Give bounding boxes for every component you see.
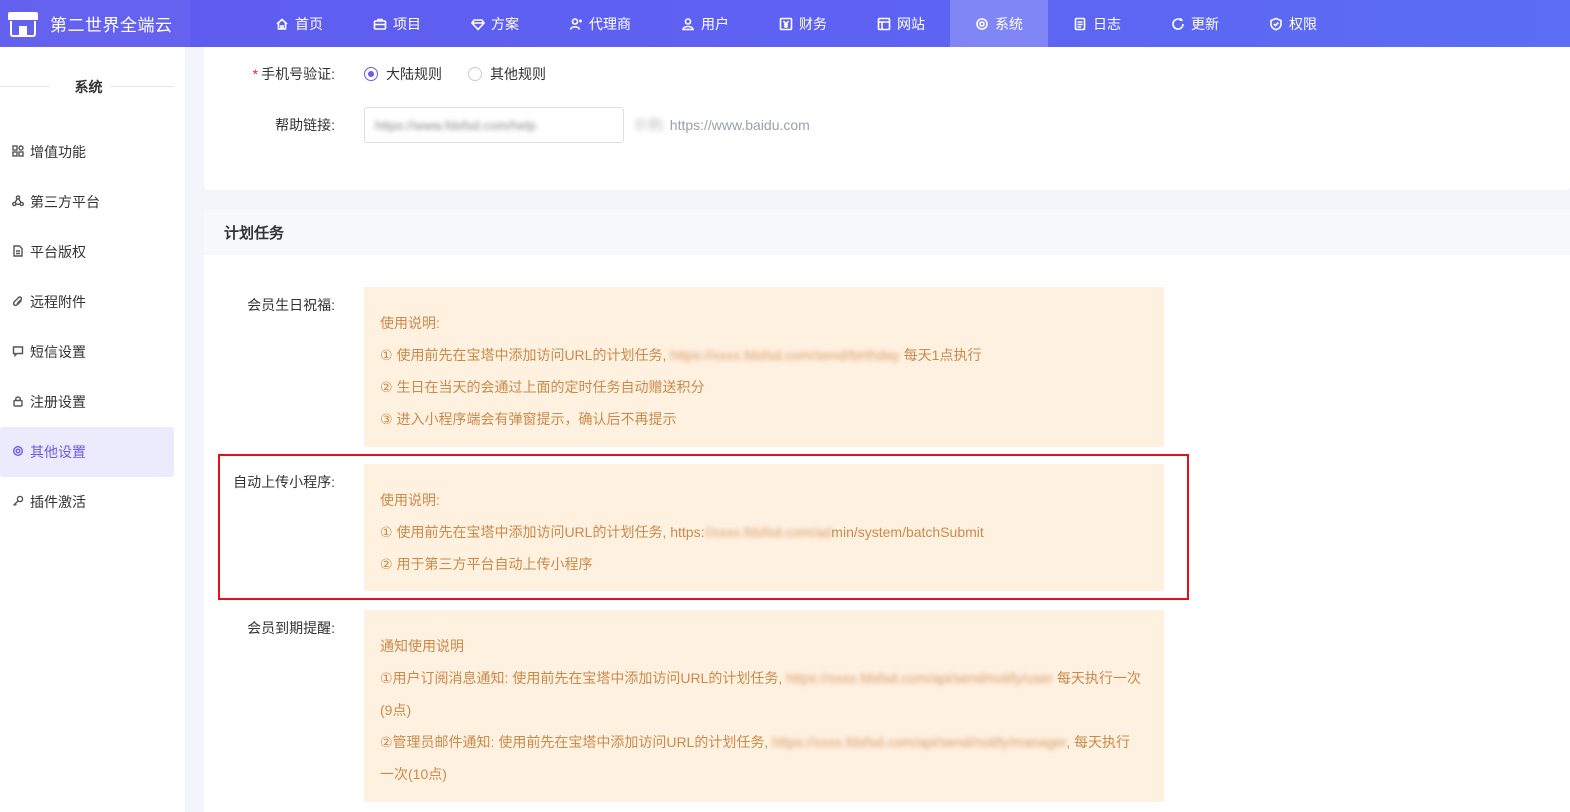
birthday-label: 会员生日祝福:: [247, 297, 335, 313]
shield-icon: [1269, 17, 1283, 31]
sidebar-item-plugin-activation[interactable]: 插件激活: [0, 477, 174, 527]
nav-item-finance[interactable]: 财务: [754, 0, 852, 47]
store-logo-icon: [6, 9, 40, 39]
sidebar-item-copyright[interactable]: 平台版权: [0, 227, 174, 277]
settings-card: * 手机号验证: 大陆规则 其他规则 帮助链接: https://www.fdsf…: [204, 47, 1570, 190]
expire-row: 会员到期提醒: 通知使用说明 ①用户订阅消息通知: 使用前先在宝塔中添加访问UR…: [204, 610, 1164, 802]
lock-icon: [12, 394, 24, 410]
key-icon: [12, 494, 24, 510]
layout-icon: [877, 17, 891, 31]
share-icon: [11, 194, 24, 210]
nav-item-system[interactable]: 系统: [950, 0, 1048, 47]
nav-item-projects[interactable]: 项目: [348, 0, 446, 47]
cron-tasks-card: 计划任务 会员生日祝福: 使用说明: ① 使用前先在宝塔中添加访问URL的计划任…: [204, 209, 1570, 812]
help-link-row: 帮助链接: https://www.fdsfsd.com/help 示例: ht…: [204, 107, 810, 143]
help-link-label: 帮助链接:: [275, 117, 335, 133]
yen-icon: [779, 17, 793, 31]
document-icon: [1073, 17, 1087, 31]
sidebar: 系统 增值功能 第三方平台 平台版权 远程附件 短信设置 注册设置 其他设置 插…: [0, 47, 185, 812]
nav-item-permissions[interactable]: 权限: [1244, 0, 1342, 47]
sidebar-item-third-party[interactable]: 第三方平台: [0, 177, 174, 227]
birthday-notice: 使用说明: ① 使用前先在宝塔中添加访问URL的计划任务, https://xx…: [364, 287, 1164, 447]
expire-notice: 通知使用说明 ①用户订阅消息通知: 使用前先在宝塔中添加访问URL的计划任务, …: [364, 610, 1164, 802]
sidebar-item-value-added[interactable]: 增值功能: [0, 127, 174, 177]
brand-name: 第二世界全端云: [50, 16, 173, 35]
auto-upload-label: 自动上传小程序:: [233, 474, 335, 490]
radio-dot[interactable]: [364, 67, 378, 81]
file-icon: [12, 244, 24, 260]
radio-dot[interactable]: [468, 67, 482, 81]
nav-item-website[interactable]: 网站: [852, 0, 950, 47]
diamond-icon: [471, 17, 485, 31]
nav-item-home[interactable]: 首页: [250, 0, 348, 47]
cron-section-title: 计划任务: [204, 209, 1570, 255]
expire-label: 会员到期提醒:: [247, 620, 335, 636]
sidebar-item-register[interactable]: 注册设置: [0, 377, 174, 427]
nav-item-users[interactable]: 用户: [656, 0, 754, 47]
auto-upload-notice: 使用说明: ① 使用前先在宝塔中添加访问URL的计划任务, https://xx…: [364, 464, 1164, 591]
agent-icon: [569, 17, 583, 31]
main-nav: 首页 项目 方案 代理商 用户 财务 网站 系统 日志 更新 权限: [250, 0, 1342, 47]
refresh-icon: [1171, 17, 1185, 31]
birthday-row: 会员生日祝福: 使用说明: ① 使用前先在宝塔中添加访问URL的计划任务, ht…: [204, 287, 1164, 447]
nav-item-plans[interactable]: 方案: [446, 0, 544, 47]
gear-icon: [975, 17, 989, 31]
users-icon: [681, 17, 695, 31]
help-link-hint: 示例: https://www.baidu.com: [634, 117, 810, 133]
message-icon: [12, 344, 24, 360]
phone-verify-row: * 手机号验证: 大陆规则 其他规则: [204, 64, 572, 84]
radio-mainland-rule[interactable]: 大陆规则: [364, 64, 442, 84]
briefcase-icon: [373, 17, 387, 31]
sidebar-title: 系统: [0, 47, 185, 127]
sidebar-item-remote-attachment[interactable]: 远程附件: [0, 277, 174, 327]
home-icon: [275, 17, 289, 31]
brand[interactable]: 第二世界全端云: [0, 0, 190, 47]
sidebar-item-sms[interactable]: 短信设置: [0, 327, 174, 377]
nav-item-updates[interactable]: 更新: [1146, 0, 1244, 47]
apps-icon: [12, 144, 24, 160]
sidebar-item-other-settings[interactable]: 其他设置: [0, 427, 174, 477]
help-link-input[interactable]: https://www.fdsfsd.com/help: [364, 107, 624, 143]
auto-upload-row: 自动上传小程序: 使用说明: ① 使用前先在宝塔中添加访问URL的计划任务, h…: [204, 464, 1164, 591]
radio-other-rule[interactable]: 其他规则: [468, 64, 546, 84]
nav-item-agents[interactable]: 代理商: [544, 0, 656, 47]
main-content: * 手机号验证: 大陆规则 其他规则 帮助链接: https://www.fdsf…: [204, 47, 1570, 812]
paperclip-icon: [12, 294, 24, 310]
nav-item-logs[interactable]: 日志: [1048, 0, 1146, 47]
gear-icon: [12, 444, 24, 460]
top-navigation-bar: 第二世界全端云 首页 项目 方案 代理商 用户 财务 网站 系统 日志 更新 权…: [0, 0, 1570, 47]
phone-verify-label: * 手机号验证:: [252, 66, 335, 82]
